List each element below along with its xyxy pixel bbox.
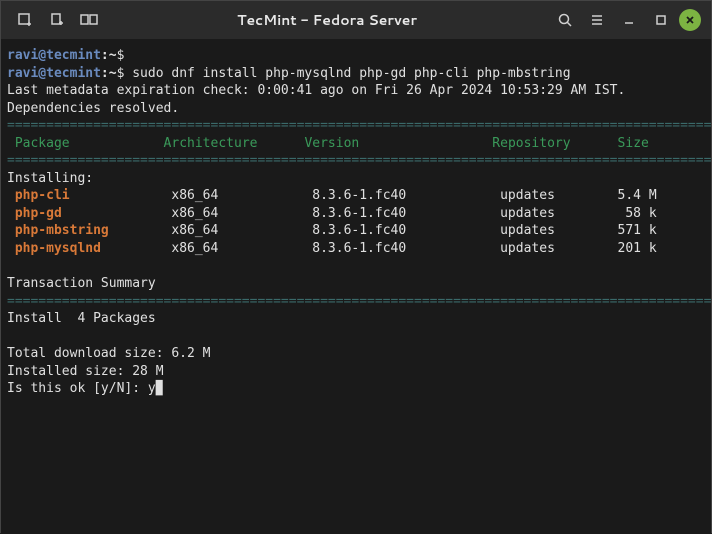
titlebar: TecMint - Fedora Server bbox=[1, 1, 711, 39]
deps-line: Dependencies resolved. bbox=[7, 100, 705, 118]
terminal-area[interactable]: ravi@tecmint:~$ravi@tecmint:~$ sudo dnf … bbox=[1, 39, 711, 534]
hdr-size: Size bbox=[618, 136, 649, 151]
divider-line: ========================================… bbox=[7, 117, 705, 135]
pkg-version: 8.3.6-1.fc40 bbox=[312, 188, 406, 203]
metadata-line: Last metadata expiration check: 0:00:41 … bbox=[7, 82, 705, 100]
minimize-button[interactable] bbox=[615, 6, 643, 34]
hdr-arch: Architecture bbox=[164, 136, 258, 151]
pkg-arch: x86_64 bbox=[171, 241, 218, 256]
window-title: TecMint - Fedora Server bbox=[109, 10, 545, 30]
table-row: php-gd x86_64 8.3.6-1.fc40 updates 58 k bbox=[7, 205, 705, 223]
table-header: Package Architecture Version Repository … bbox=[7, 135, 705, 153]
pkg-version: 8.3.6-1.fc40 bbox=[312, 223, 406, 238]
new-tab-button[interactable] bbox=[11, 6, 39, 34]
titlebar-left-group bbox=[11, 6, 103, 34]
prompt-line-2: ravi@tecmint:~$ sudo dnf install php-mys… bbox=[7, 65, 705, 83]
hdr-repo: Repository bbox=[492, 136, 570, 151]
pkg-arch: x86_64 bbox=[171, 206, 218, 221]
pkg-size: 5.4 M bbox=[618, 188, 657, 203]
pkg-size: 58 k bbox=[618, 206, 657, 221]
hdr-version: Version bbox=[304, 136, 359, 151]
pkg-name: php-gd bbox=[15, 206, 62, 221]
confirm-answer: y bbox=[148, 381, 156, 396]
divider-line: ========================================… bbox=[7, 293, 705, 311]
split-button[interactable] bbox=[75, 6, 103, 34]
close-button[interactable] bbox=[679, 9, 701, 31]
blank-line bbox=[7, 328, 705, 346]
maximize-button[interactable] bbox=[647, 6, 675, 34]
download-size: Total download size: 6.2 M bbox=[7, 345, 705, 363]
pkg-repo: updates bbox=[500, 206, 555, 221]
divider-line: ========================================… bbox=[7, 152, 705, 170]
pkg-name: php-mysqlnd bbox=[15, 241, 101, 256]
prompt-path: :~ bbox=[101, 66, 117, 81]
prompt-path: :~ bbox=[101, 48, 117, 63]
hdr-package: Package bbox=[7, 136, 70, 151]
pkg-name: php-cli bbox=[15, 188, 70, 203]
cursor-icon: ▉ bbox=[156, 381, 164, 396]
menu-button[interactable] bbox=[583, 6, 611, 34]
table-row: php-cli x86_64 8.3.6-1.fc40 updates 5.4 … bbox=[7, 187, 705, 205]
blank-line bbox=[7, 258, 705, 276]
pkg-repo: updates bbox=[500, 223, 555, 238]
confirm-prompt: Is this ok [y/N]: bbox=[7, 381, 148, 396]
pkg-version: 8.3.6-1.fc40 bbox=[312, 241, 406, 256]
install-count: Install 4 Packages bbox=[7, 310, 705, 328]
installed-size: Installed size: 28 M bbox=[7, 363, 705, 381]
prompt-symbol: $ bbox=[117, 66, 125, 81]
installing-label: Installing: bbox=[7, 170, 705, 188]
prompt-symbol: $ bbox=[117, 48, 125, 63]
pkg-arch: x86_64 bbox=[171, 188, 218, 203]
table-row: php-mbstring x86_64 8.3.6-1.fc40 updates… bbox=[7, 222, 705, 240]
pkg-repo: updates bbox=[500, 241, 555, 256]
command-text: sudo dnf install php-mysqlnd php-gd php-… bbox=[132, 66, 570, 81]
pkg-name: php-mbstring bbox=[15, 223, 109, 238]
new-window-button[interactable] bbox=[43, 6, 71, 34]
pkg-version: 8.3.6-1.fc40 bbox=[312, 206, 406, 221]
prompt-user: ravi@tecmint bbox=[7, 66, 101, 81]
prompt-line-1: ravi@tecmint:~$ bbox=[7, 47, 705, 65]
confirm-line: Is this ok [y/N]: y▉ bbox=[7, 380, 705, 398]
pkg-size: 571 k bbox=[618, 223, 657, 238]
pkg-size: 201 k bbox=[618, 241, 657, 256]
trans-summary: Transaction Summary bbox=[7, 275, 705, 293]
pkg-arch: x86_64 bbox=[171, 223, 218, 238]
prompt-user: ravi@tecmint bbox=[7, 48, 101, 63]
search-button[interactable] bbox=[551, 6, 579, 34]
pkg-repo: updates bbox=[500, 188, 555, 203]
titlebar-right-group bbox=[551, 6, 701, 34]
table-row: php-mysqlnd x86_64 8.3.6-1.fc40 updates … bbox=[7, 240, 705, 258]
